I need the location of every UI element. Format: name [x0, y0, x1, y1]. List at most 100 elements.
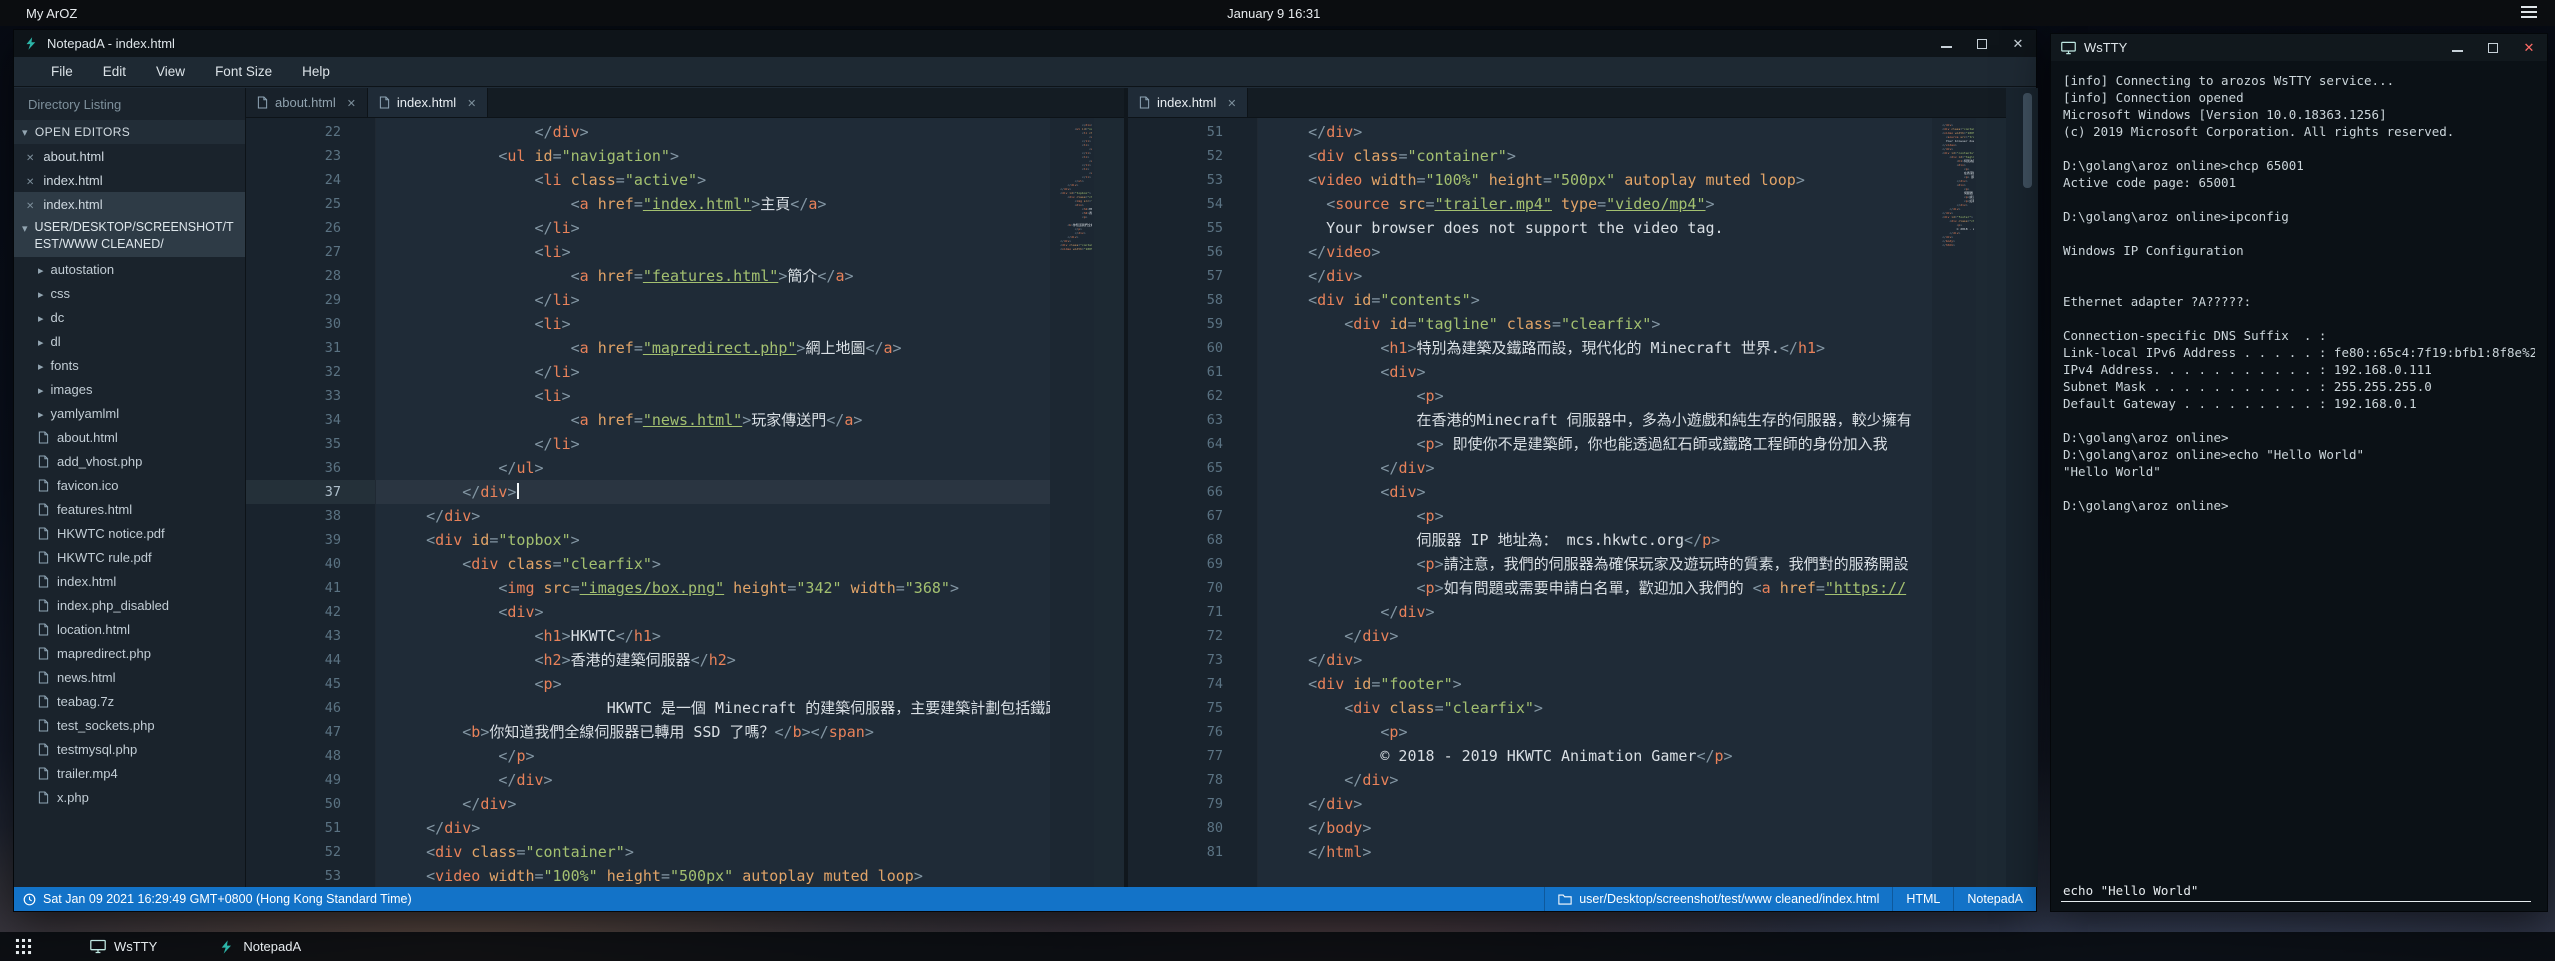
folder-css[interactable]: css [14, 281, 245, 305]
terminal-line: Ethernet adapter ?A?????: [2063, 293, 2535, 310]
file-about.html[interactable]: about.html [14, 425, 245, 449]
line-number: 65 [1128, 456, 1257, 480]
code-line: <p> [1258, 384, 1932, 408]
code-line: <a href="index.html">主頁</a> [376, 192, 1050, 216]
terminal-line: Microsoft Windows [Version 10.0.18363.12… [2063, 106, 2535, 123]
maximize-button[interactable] [2475, 34, 2511, 61]
file-testmysql.php[interactable]: testmysql.php [14, 737, 245, 761]
file-news.html[interactable]: news.html [14, 665, 245, 689]
folder-yamlyamlml[interactable]: yamlyamlml [14, 401, 245, 425]
tab-label: index.html [1157, 95, 1216, 110]
file-features.html[interactable]: features.html [14, 497, 245, 521]
menu-item-help[interactable]: Help [287, 57, 345, 87]
terminal-line [2063, 276, 2535, 293]
line-number: 41 [246, 576, 375, 600]
file-label: HKWTC notice.pdf [57, 526, 165, 541]
minimize-button[interactable] [1928, 30, 1964, 57]
tab-close-icon[interactable] [467, 95, 476, 110]
wstty-titlebar[interactable]: WsTTY [2051, 34, 2547, 61]
file-add_vhost.php[interactable]: add_vhost.php [14, 449, 245, 473]
menu-item-view[interactable]: View [141, 57, 200, 87]
code-area[interactable]: </div> <div class="container"> <video wi… [1258, 118, 1932, 887]
taskbar-item-notepada[interactable]: NotepadA [201, 932, 319, 961]
code-editor-left[interactable]: 2223242526272829303132333435363738394041… [246, 118, 1124, 887]
file-label: test_sockets.php [57, 718, 155, 733]
terminal-line: D:\golang\aroz online>chcp 65001 [2063, 157, 2535, 174]
minimize-button[interactable] [2439, 34, 2475, 61]
close-button[interactable] [2000, 30, 2036, 57]
code-line: </div> [1258, 768, 1932, 792]
menu-item-file[interactable]: File [36, 57, 88, 87]
line-number: 76 [1128, 720, 1257, 744]
file-index.php_disabled[interactable]: index.php_disabled [14, 593, 245, 617]
start-menu-button[interactable] [0, 932, 46, 961]
folder-dc[interactable]: dc [14, 305, 245, 329]
close-editor-icon[interactable] [26, 173, 43, 188]
file-HKWTC notice.pdf[interactable]: HKWTC notice.pdf [14, 521, 245, 545]
taskbar-item-wstty[interactable]: WsTTY [72, 932, 175, 961]
taskbar-item-label: NotepadA [243, 939, 301, 954]
maximize-button[interactable] [1964, 30, 2000, 57]
close-editor-icon[interactable] [26, 197, 43, 212]
line-number: 53 [1128, 168, 1257, 192]
code-line: <video width="100%" height="500px" autop… [376, 864, 1050, 887]
minimap[interactable]: </div> <ul id="navigation"> <li class="a… [1050, 118, 1094, 887]
tab-close-icon[interactable] [1227, 95, 1236, 110]
folder-fonts[interactable]: fonts [14, 353, 245, 377]
code-line: <div class="container"> [376, 840, 1050, 864]
notepada-titlebar[interactable]: NotepadA - index.html [14, 30, 2036, 57]
tab-close-icon[interactable] [347, 95, 356, 110]
terminal-line: Connection-specific DNS Suffix . : [2063, 327, 2535, 344]
statusbar-datetime: Sat Jan 09 2021 16:29:49 GMT+0800 (Hong … [43, 892, 412, 906]
file-x.php[interactable]: x.php [14, 785, 245, 809]
file-test_sockets.php[interactable]: test_sockets.php [14, 713, 245, 737]
open-editor-index.html[interactable]: index.html [14, 192, 245, 216]
menu-item-font-size[interactable]: Font Size [200, 57, 287, 87]
file-location.html[interactable]: location.html [14, 617, 245, 641]
aroz-brand[interactable]: My ArOZ [26, 6, 77, 21]
open-editor-index.html[interactable]: index.html [14, 168, 245, 192]
file-teabag.7z[interactable]: teabag.7z [14, 689, 245, 713]
line-number: 54 [1128, 192, 1257, 216]
terminal-input[interactable] [2061, 879, 2531, 902]
file-icon [38, 575, 49, 588]
file-favicon.ico[interactable]: favicon.ico [14, 473, 245, 497]
code-line: </html> [1258, 840, 1932, 864]
folder-autostation[interactable]: autostation [14, 257, 245, 281]
open-editor-label: index.html [43, 173, 102, 188]
terminal-line: Windows IP Configuration [2063, 242, 2535, 259]
editor-scrollbar[interactable] [2006, 88, 2038, 887]
file-icon [38, 623, 49, 636]
tree-root-folder[interactable]: USER/DESKTOP/SCREENSHOT/TEST/WWW CLEANED… [14, 216, 245, 257]
minimap[interactable]: </div> <div class="container"> <video wi… [1932, 118, 1976, 887]
open-editor-about.html[interactable]: about.html [14, 144, 245, 168]
code-editor-right[interactable]: 5152535455565758596061626364656667686970… [1128, 118, 2006, 887]
tab-index.html[interactable]: index.html [368, 88, 488, 117]
menu-item-edit[interactable]: Edit [88, 57, 141, 87]
line-number: 23 [246, 144, 375, 168]
close-editor-icon[interactable] [26, 149, 43, 164]
close-button[interactable] [2511, 34, 2547, 61]
code-line: <p> 即使你不是建築師，你也能透過紅石師或鐵路工程師的身份加入我 [1258, 432, 1932, 456]
tab-index.html[interactable]: index.html [1128, 88, 1248, 117]
code-line: <li> [376, 312, 1050, 336]
terminal-line [2063, 259, 2535, 276]
code-line: </div> [1258, 600, 1932, 624]
file-trailer.mp4[interactable]: trailer.mp4 [14, 761, 245, 785]
code-area[interactable]: </div> <ul id="navigation"> <li class="a… [376, 118, 1050, 887]
file-HKWTC rule.pdf[interactable]: HKWTC rule.pdf [14, 545, 245, 569]
tab-about.html[interactable]: about.html [246, 88, 368, 117]
folder-dl[interactable]: dl [14, 329, 245, 353]
line-number: 29 [246, 288, 375, 312]
terminal-line: Subnet Mask . . . . . . . . . . . : 255.… [2063, 378, 2535, 395]
file-label: about.html [57, 430, 118, 445]
open-editors-header[interactable]: OPEN EDITORS [14, 120, 245, 144]
monitor-icon [2061, 41, 2076, 55]
file-label: location.html [57, 622, 130, 637]
file-mapredirect.php[interactable]: mapredirect.php [14, 641, 245, 665]
line-number: 67 [1128, 504, 1257, 528]
folder-images[interactable]: images [14, 377, 245, 401]
scrollbar-handle[interactable] [2023, 93, 2032, 188]
file-index.html[interactable]: index.html [14, 569, 245, 593]
hamburger-menu-icon[interactable] [2521, 6, 2537, 18]
